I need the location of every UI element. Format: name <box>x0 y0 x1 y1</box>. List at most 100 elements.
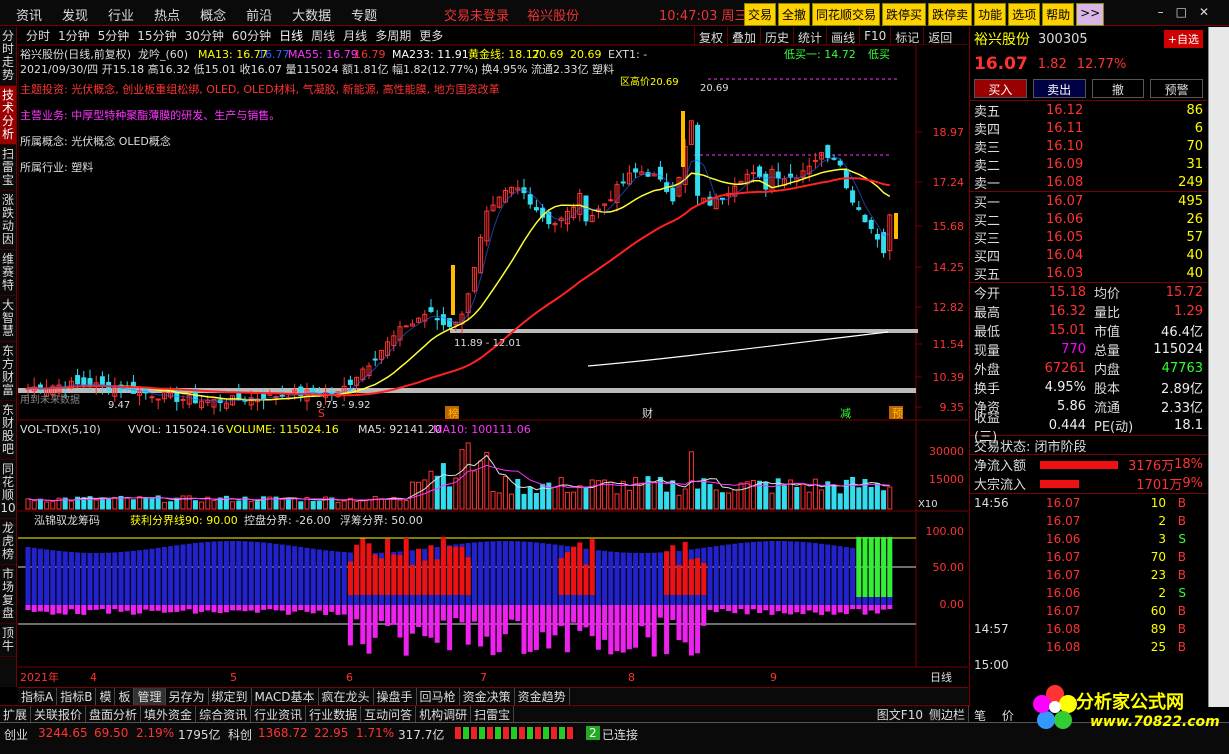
leftnav-item-4[interactable]: 维赛特 <box>0 250 16 296</box>
period-tab-5[interactable]: 60分钟 <box>232 27 271 44</box>
info-tab-4[interactable]: 综合资讯 <box>196 705 252 723</box>
leftnav-item-9[interactable]: 龙虎榜 <box>0 519 16 565</box>
minimize-icon[interactable]: – <box>1158 5 1176 19</box>
menu-item-3[interactable]: 热点 <box>154 5 180 24</box>
indicator-tab-7[interactable]: MACD基本 <box>252 687 319 705</box>
bid-row-1[interactable]: 买二 16.06 26 <box>970 210 1207 229</box>
indicator-tab-10[interactable]: 回马枪 <box>417 687 460 705</box>
indicator-tab-0[interactable]: 指标A <box>18 687 58 705</box>
chart-canvas[interactable]: 裕兴股份(日线,前复权) 龙吟_(60) MA13: 16.7716.77MA55:… <box>17 27 968 687</box>
period-tab-3[interactable]: 15分钟 <box>137 27 176 44</box>
info-tab-2[interactable]: 盘面分析 <box>86 705 142 723</box>
leftnav-item-8[interactable]: 同花顺10 <box>0 460 16 519</box>
leftnav-item-2[interactable]: 扫雷宝 <box>0 145 16 191</box>
trade-action-1[interactable]: 卖出 <box>1032 79 1086 98</box>
toolbar-button-2[interactable]: 同花顺交易 <box>812 3 881 26</box>
info-tab-0[interactable]: 扩展 <box>0 705 32 723</box>
menu-item-1[interactable]: 发现 <box>62 5 88 24</box>
info-tab-5[interactable]: 行业资讯 <box>251 705 307 723</box>
indicator-tab-12[interactable]: 资金趋势 <box>515 687 570 705</box>
period-tab-9[interactable]: 多周期 <box>375 27 411 44</box>
period-tab-10[interactable]: 更多 <box>419 27 443 44</box>
indicator-tab-2[interactable]: 模 <box>96 687 116 705</box>
ask-row-2[interactable]: 卖三 16.10 70 <box>970 137 1207 156</box>
chart-button-0[interactable]: 复权 <box>694 27 727 45</box>
bottom-right-tab-0[interactable]: 图文F10 <box>874 706 926 723</box>
menu-item-0[interactable]: 资讯 <box>16 5 42 24</box>
ask-row-3[interactable]: 卖二 16.09 31 <box>970 155 1207 174</box>
toolbar-button-8[interactable]: >> <box>1076 3 1105 26</box>
tab-ticks[interactable]: 笔 <box>974 709 986 723</box>
period-tab-7[interactable]: 周线 <box>311 27 335 44</box>
leftnav-item-0[interactable]: 分时走势 <box>0 27 16 86</box>
period-tab-0[interactable]: 分时 <box>26 27 50 44</box>
login-text[interactable]: 交易未登录 <box>444 9 509 24</box>
tick-list[interactable]: 14:56 16.07 10 B 16.07 2 B 16.06 3 S 16.07 70 B 16.07… <box>970 493 1207 674</box>
trade-action-0[interactable]: 买入 <box>974 79 1027 98</box>
leftnav-item-3[interactable]: 涨跌动因 <box>0 191 16 250</box>
indicator-tab-6[interactable]: 绑定到 <box>209 687 252 705</box>
indicator-tab-8[interactable]: 疯在龙头 <box>319 687 374 705</box>
right-toolbar[interactable] <box>1208 27 1229 707</box>
leftnav-item-10[interactable]: 市场复盘 <box>0 565 16 624</box>
indicator-tab-4[interactable]: 管理 <box>134 687 166 705</box>
toolbar-button-0[interactable]: 交易 <box>744 3 777 26</box>
chart-button-4[interactable]: 画线 <box>826 27 859 45</box>
chart-button-2[interactable]: 历史 <box>760 27 793 45</box>
trade-action-2[interactable]: 撤 <box>1091 79 1145 98</box>
info-tab-9[interactable]: 扫雷宝 <box>471 705 515 723</box>
ask-row-1[interactable]: 卖四 16.11 6 <box>970 119 1207 138</box>
menu-item-6[interactable]: 大数据 <box>292 5 331 24</box>
toolbar-button-7[interactable]: 帮助 <box>1042 3 1075 26</box>
info-tab-7[interactable]: 互动问答 <box>361 705 417 723</box>
chart-button-7[interactable]: 返回 <box>923 27 956 45</box>
leftnav-item-7[interactable]: 东财股吧 <box>0 401 16 460</box>
menu-item-4[interactable]: 概念 <box>200 5 226 24</box>
index1-name[interactable]: 创业 <box>4 726 28 743</box>
chart-button-1[interactable]: 叠加 <box>727 27 760 45</box>
period-tab-8[interactable]: 月线 <box>343 27 367 44</box>
menu-item-5[interactable]: 前沿 <box>246 5 272 24</box>
index2-name[interactable]: 科创 <box>228 726 252 743</box>
toolbar-button-5[interactable]: 功能 <box>974 3 1007 26</box>
ask-row-0[interactable]: 卖五 16.12 86 <box>970 101 1207 120</box>
indicator-tab-11[interactable]: 资金决策 <box>460 687 515 705</box>
bid-row-4[interactable]: 买五 16.03 40 <box>970 264 1207 283</box>
period-tab-4[interactable]: 30分钟 <box>185 27 224 44</box>
toolbar-button-6[interactable]: 选项 <box>1008 3 1041 26</box>
indicator-tab-5[interactable]: 另存为 <box>166 687 209 705</box>
toolbar-button-4[interactable]: 跌停卖 <box>928 3 973 26</box>
bid-row-0[interactable]: 买一 16.07 495 <box>970 192 1207 211</box>
info-tab-8[interactable]: 机构调研 <box>416 705 472 723</box>
info-tab-6[interactable]: 行业数据 <box>306 705 362 723</box>
indicator-tab-9[interactable]: 操盘手 <box>374 687 417 705</box>
menu-item-7[interactable]: 专题 <box>351 5 377 24</box>
menu-item-2[interactable]: 行业 <box>108 5 134 24</box>
tab-price[interactable]: 价 <box>1002 709 1014 723</box>
period-tab-1[interactable]: 1分钟 <box>58 27 90 44</box>
trade-action-3[interactable]: 预警 <box>1150 79 1203 98</box>
chart-area[interactable]: 裕兴股份(日线,前复权) 龙吟_(60) MA13: 16.77 16.77 MA55:… <box>17 27 968 687</box>
period-tab-2[interactable]: 5分钟 <box>98 27 130 44</box>
chart-button-5[interactable]: F10 <box>859 27 890 45</box>
chart-button-6[interactable]: 标记 <box>890 27 923 45</box>
bid-row-2[interactable]: 买三 16.05 57 <box>970 228 1207 247</box>
bid-row-3[interactable]: 买四 16.04 40 <box>970 246 1207 265</box>
toolbar-button-1[interactable]: 全撤 <box>778 3 811 26</box>
period-tab-6[interactable]: 日线 <box>279 27 303 44</box>
chart-button-3[interactable]: 统计 <box>793 27 826 45</box>
leftnav-item-1[interactable]: 技术分析 <box>0 86 16 145</box>
leftnav-item-11[interactable]: 顶牛 <box>0 624 16 657</box>
ask-row-4[interactable]: 卖一 16.08 249 <box>970 173 1207 192</box>
toolbar-button-3[interactable]: 跌停买 <box>882 3 927 26</box>
add-watchlist-button[interactable]: +自选 <box>1163 30 1203 48</box>
leftnav-item-6[interactable]: 东方财富 <box>0 342 16 401</box>
bottom-right-tab-1[interactable]: 侧边栏 <box>926 705 969 723</box>
leftnav-item-5[interactable]: 大智慧 <box>0 296 16 342</box>
maximize-icon[interactable]: □ <box>1176 5 1199 19</box>
indicator-tab-1[interactable]: 指标B <box>57 687 97 705</box>
info-tab-1[interactable]: 关联报价 <box>31 705 87 723</box>
indicator-tab-3[interactable]: 板 <box>115 687 135 705</box>
info-tab-3[interactable]: 填外资金 <box>141 705 197 723</box>
close-icon[interactable]: ✕ <box>1199 5 1221 19</box>
